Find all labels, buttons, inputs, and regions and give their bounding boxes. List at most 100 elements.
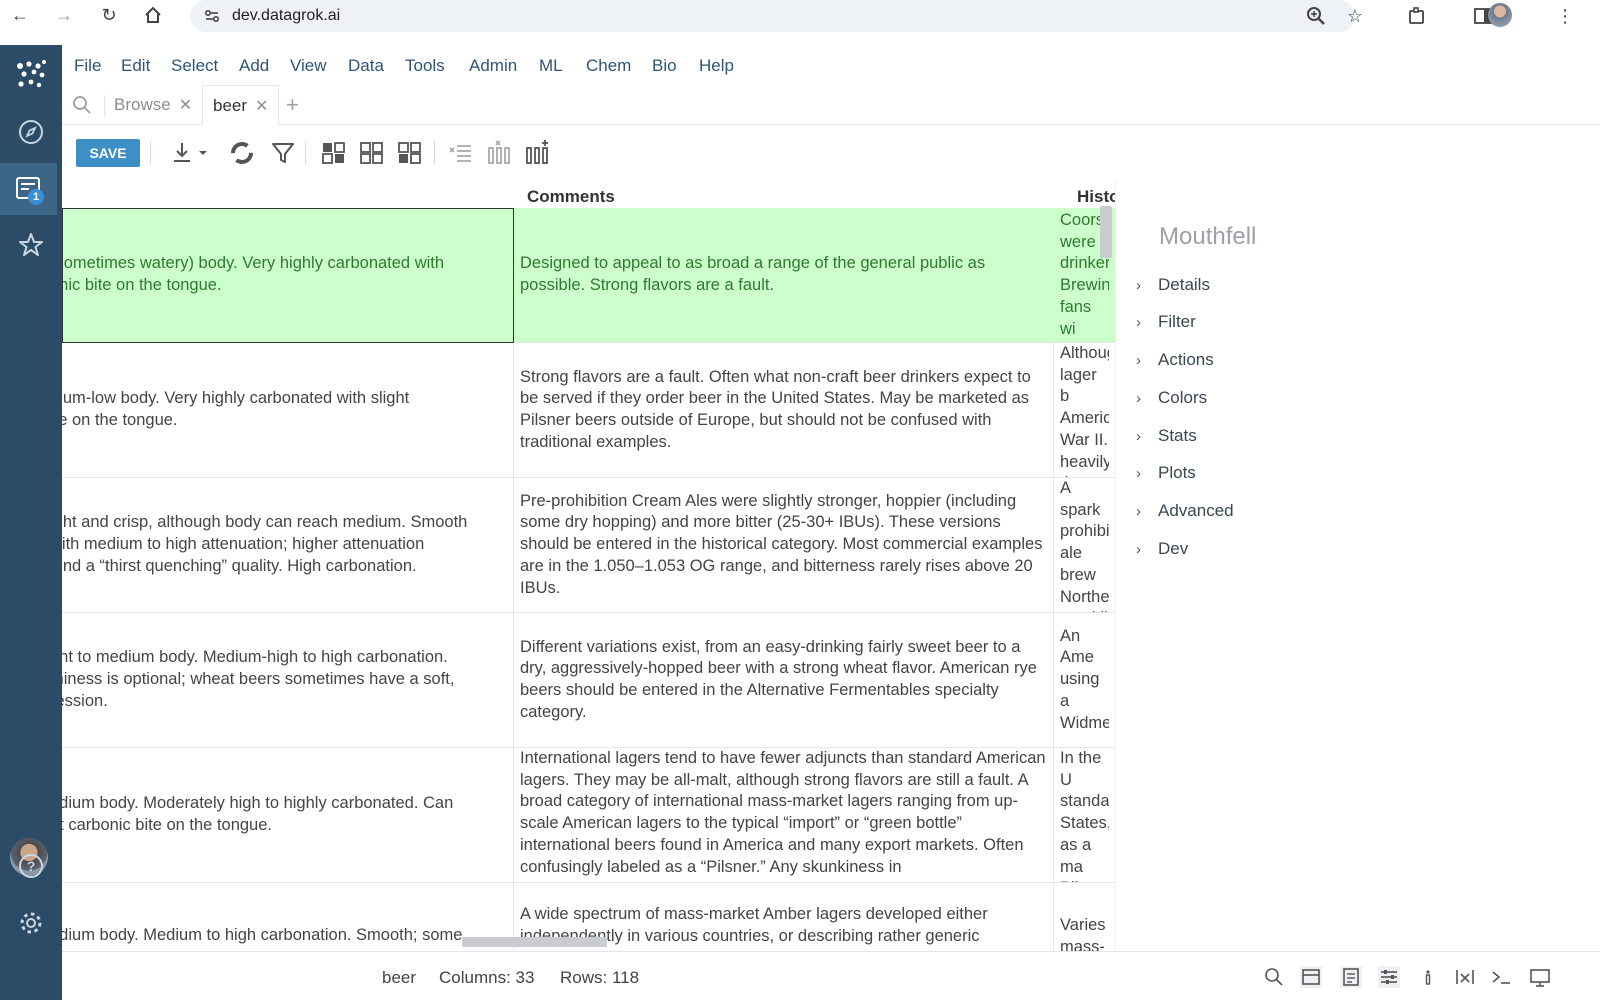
info-icon[interactable] bbox=[1417, 966, 1439, 988]
data-grid[interactable]: Comments History (sometimes watery) body… bbox=[62, 181, 1115, 951]
download-icon[interactable] bbox=[168, 139, 196, 167]
panel-section-advanced[interactable]: › Advanced bbox=[1136, 501, 1234, 521]
comments-cell[interactable]: International lagers tend to have fewer … bbox=[513, 748, 1053, 882]
sliders-icon[interactable] bbox=[1378, 966, 1400, 988]
horizontal-scrollbar[interactable] bbox=[462, 937, 607, 947]
site-settings-icon[interactable] bbox=[204, 8, 220, 24]
tab-beer-close-icon[interactable]: ✕ bbox=[255, 96, 268, 116]
help-icon[interactable]: ? bbox=[0, 840, 62, 892]
history-text: A spark prohibi ale brew Northe sparklin… bbox=[1060, 479, 1109, 612]
browser-toolbar: ← → ↻ dev.datagrok.ai ☆ ⋮ bbox=[0, 0, 1600, 32]
comments-cell[interactable]: Strong flavors are a fault. Often what n… bbox=[513, 343, 1053, 477]
menu-tools[interactable]: Tools bbox=[405, 56, 445, 76]
mouthfeel-cell[interactable]: edium body. Moderately high to highly ca… bbox=[62, 748, 513, 882]
menu-edit[interactable]: Edit bbox=[121, 56, 150, 76]
menu-view[interactable]: View bbox=[290, 56, 327, 76]
table-row[interactable]: edium body. Moderately high to highly ca… bbox=[62, 748, 1115, 883]
settings-gear-icon[interactable] bbox=[0, 897, 62, 949]
comments-cell[interactable]: Designed to appeal to as broad a range o… bbox=[513, 208, 1053, 342]
address-bar[interactable]: dev.datagrok.ai bbox=[190, 0, 1355, 32]
save-button[interactable]: SAVE bbox=[76, 139, 140, 167]
mouthfeel-cell[interactable]: dium-low body. Very highly carbonated wi… bbox=[62, 343, 513, 477]
remove-rows-icon[interactable] bbox=[447, 139, 475, 167]
comments-cell[interactable]: Different variations exist, from an easy… bbox=[513, 613, 1053, 747]
column-header-history[interactable]: History bbox=[1077, 187, 1115, 207]
table-row[interactable]: ght to medium body. Medium-high to high … bbox=[62, 613, 1115, 748]
history-cell[interactable]: A spark prohibi ale brew Northe sparklin… bbox=[1053, 478, 1115, 612]
layout-tiles-icon[interactable] bbox=[396, 139, 424, 167]
refresh-circle-icon[interactable] bbox=[228, 139, 256, 167]
console-icon[interactable] bbox=[1490, 966, 1512, 988]
back-arrow-icon[interactable]: ← bbox=[10, 5, 30, 25]
forward-arrow-icon[interactable]: → bbox=[54, 5, 74, 25]
mouthfeel-text: ght to medium body. Medium-high to high … bbox=[62, 648, 455, 710]
table-row[interactable]: ight and crisp, although body can reach … bbox=[62, 478, 1115, 613]
presentation-mode-icon[interactable] bbox=[1529, 966, 1551, 988]
mouthfeel-cell[interactable]: (sometimes watery) body. Very highly car… bbox=[62, 208, 513, 342]
extensions-icon[interactable] bbox=[1407, 6, 1427, 26]
compass-icon[interactable] bbox=[0, 106, 62, 158]
layout-split-icon[interactable] bbox=[358, 139, 386, 167]
search-icon[interactable] bbox=[72, 95, 92, 120]
history-cell[interactable]: Varies mass-m bbox=[1053, 883, 1115, 951]
history-cell[interactable]: In the U standa States, as a ma Pilsner … bbox=[1053, 748, 1115, 882]
status-rows-count[interactable]: Rows: 118 bbox=[560, 968, 639, 988]
zoom-icon[interactable] bbox=[1306, 6, 1326, 26]
history-cell[interactable]: An Ame using a Widme bbox=[1053, 613, 1115, 747]
column-header-comments[interactable]: Comments bbox=[527, 187, 615, 207]
tab-browse[interactable]: Browse ✕ bbox=[114, 85, 192, 125]
add-columns-icon[interactable] bbox=[523, 139, 551, 167]
panel-section-stats[interactable]: › Stats bbox=[1136, 426, 1197, 446]
download-dropdown-chevron-icon[interactable] bbox=[196, 139, 210, 167]
table-row[interactable]: dium-low body. Very highly carbonated wi… bbox=[62, 343, 1115, 478]
status-columns-count[interactable]: Columns: 33 bbox=[439, 968, 534, 988]
status-table-name[interactable]: beer bbox=[382, 968, 416, 988]
panel-section-colors[interactable]: › Colors bbox=[1136, 388, 1207, 408]
toolbar-separator bbox=[434, 141, 435, 165]
menu-chem[interactable]: Chem bbox=[586, 56, 631, 76]
more-options-icon[interactable]: ⋮ bbox=[1555, 6, 1575, 26]
home-icon[interactable] bbox=[143, 5, 163, 25]
tab-browse-close-icon[interactable]: ✕ bbox=[179, 95, 192, 115]
menu-data[interactable]: Data bbox=[348, 56, 384, 76]
search-icon[interactable] bbox=[1263, 966, 1285, 988]
context-panel: Mouthfell › Details › Filter › Actions › Col… bbox=[1115, 181, 1600, 951]
panel-section-details[interactable]: › Details bbox=[1136, 275, 1210, 295]
menu-add[interactable]: Add bbox=[239, 56, 269, 76]
add-tab-plus-icon[interactable]: + bbox=[286, 92, 299, 118]
profile-avatar[interactable] bbox=[1488, 3, 1512, 27]
menu-file[interactable]: File bbox=[74, 56, 101, 76]
table-row[interactable]: (sometimes watery) body. Very highly car… bbox=[62, 208, 1115, 343]
toolbar-separator bbox=[150, 141, 151, 165]
reload-icon[interactable]: ↻ bbox=[99, 5, 119, 25]
menu-help[interactable]: Help bbox=[699, 56, 734, 76]
panel-section-filter[interactable]: › Filter bbox=[1136, 312, 1196, 332]
bookmark-star-icon[interactable]: ☆ bbox=[1345, 6, 1365, 26]
tab-beer[interactable]: beer ✕ bbox=[202, 85, 280, 126]
mouthfeel-cell[interactable]: edium body. Medium to high carbonation. … bbox=[62, 883, 513, 951]
layout-grid-icon[interactable] bbox=[320, 139, 348, 167]
table-view-icon[interactable] bbox=[1300, 966, 1322, 988]
filter-icon[interactable] bbox=[269, 139, 297, 167]
datagrok-logo-icon[interactable] bbox=[0, 48, 62, 100]
vertical-scrollbar[interactable] bbox=[1100, 206, 1112, 258]
document-tab-bar: Browse ✕ beer ✕ + bbox=[62, 85, 1600, 126]
properties-icon[interactable] bbox=[1340, 966, 1362, 988]
menu-admin[interactable]: Admin bbox=[469, 56, 517, 76]
mouthfeel-cell[interactable]: ght to medium body. Medium-high to high … bbox=[62, 613, 513, 747]
panel-section-actions[interactable]: › Actions bbox=[1136, 350, 1214, 370]
menu-select[interactable]: Select bbox=[171, 56, 218, 76]
panel-section-plots[interactable]: › Plots bbox=[1136, 463, 1196, 483]
variables-icon[interactable] bbox=[1454, 966, 1476, 988]
mouthfeel-cell[interactable]: ight and crisp, although body can reach … bbox=[62, 478, 513, 612]
menu-bio[interactable]: Bio bbox=[652, 56, 677, 76]
history-cell[interactable]: Althoug lager b Americ War II. heavily t… bbox=[1053, 343, 1115, 477]
favorites-star-icon[interactable] bbox=[0, 219, 62, 271]
remove-columns-icon[interactable] bbox=[485, 139, 513, 167]
open-tables-icon[interactable]: 1 bbox=[0, 163, 57, 215]
panel-section-dev[interactable]: › Dev bbox=[1136, 539, 1188, 559]
chevron-right-icon: › bbox=[1136, 313, 1141, 331]
menu-ml[interactable]: ML bbox=[539, 56, 563, 76]
comments-cell[interactable]: Pre-prohibition Cream Ales were slightly… bbox=[513, 478, 1053, 612]
comments-text: Different variations exist, from an easy… bbox=[520, 637, 1037, 721]
